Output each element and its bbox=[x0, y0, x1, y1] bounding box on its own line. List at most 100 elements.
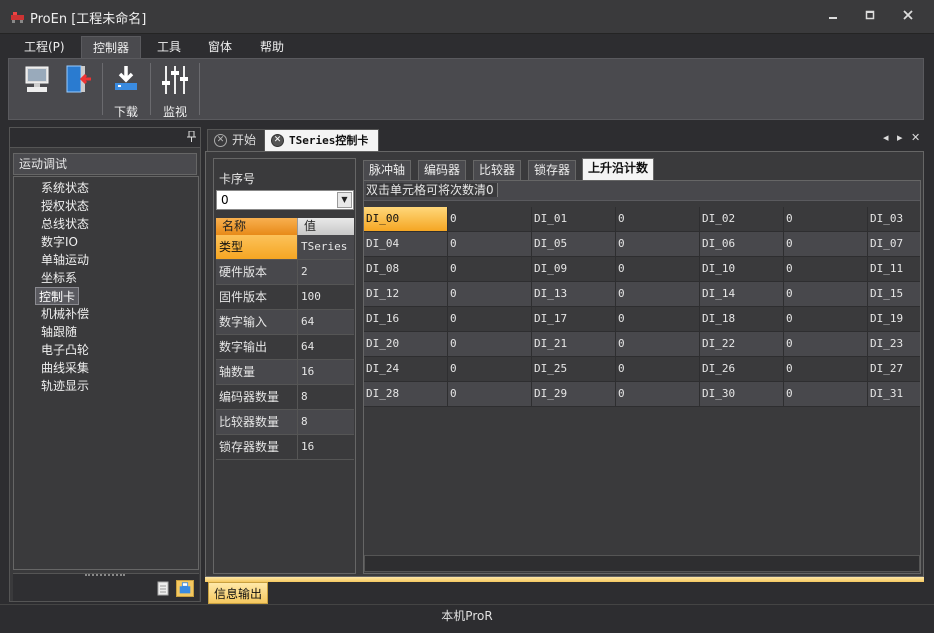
tree-item-electronic-cam[interactable]: 电子凸轮 bbox=[38, 341, 92, 359]
property-row[interactable]: 类型 TSeries bbox=[216, 235, 354, 260]
grid-cell[interactable]: 0 bbox=[616, 307, 700, 331]
grid-cell[interactable]: DI_23 bbox=[868, 332, 920, 356]
grid-cell[interactable]: DI_14 bbox=[700, 282, 784, 306]
grid-cell[interactable]: DI_00 bbox=[364, 207, 448, 231]
grid-cell[interactable]: DI_18 bbox=[700, 307, 784, 331]
tab-rising-edge-count[interactable]: 上升沿计数 bbox=[582, 158, 655, 180]
grid-cell[interactable]: DI_31 bbox=[868, 382, 920, 406]
grid-cell[interactable]: 0 bbox=[616, 332, 700, 356]
grid-cell[interactable]: 0 bbox=[784, 232, 868, 256]
tab-scroll-left-icon[interactable]: ◂ bbox=[883, 131, 889, 144]
grid-cell[interactable]: DI_19 bbox=[868, 307, 920, 331]
grid-cell[interactable]: DI_12 bbox=[364, 282, 448, 306]
grid-cell[interactable]: DI_21 bbox=[532, 332, 616, 356]
grid-cell[interactable]: 0 bbox=[784, 257, 868, 281]
maximize-button[interactable] bbox=[859, 8, 881, 26]
card-index-select[interactable]: 0 ▼ bbox=[216, 190, 354, 210]
grid-cell[interactable]: DI_06 bbox=[700, 232, 784, 256]
property-row[interactable]: 锁存器数量 16 bbox=[216, 435, 354, 460]
tree-item-system-status[interactable]: 系统状态 bbox=[38, 179, 92, 197]
property-row[interactable]: 轴数量 16 bbox=[216, 360, 354, 385]
grid-cell[interactable]: DI_29 bbox=[532, 382, 616, 406]
grid-cell[interactable]: DI_11 bbox=[868, 257, 920, 281]
property-row[interactable]: 数字输出 64 bbox=[216, 335, 354, 360]
tree-item-coordinate-system[interactable]: 坐标系 bbox=[38, 269, 80, 287]
tab-tseries-card[interactable]: ✕ TSeries控制卡 bbox=[264, 129, 380, 151]
grid-cell[interactable]: DI_10 bbox=[700, 257, 784, 281]
grid-cell[interactable]: 0 bbox=[448, 332, 532, 356]
tab-close-icon[interactable]: ✕ bbox=[271, 134, 284, 147]
grid-cell[interactable]: 0 bbox=[616, 207, 700, 231]
grid-cell[interactable]: DI_08 bbox=[364, 257, 448, 281]
tab-close-all-icon[interactable]: ✕ bbox=[911, 131, 920, 144]
download-button[interactable]: 下载 bbox=[106, 63, 146, 119]
tree-item-license-status[interactable]: 授权状态 bbox=[38, 197, 92, 215]
grid-cell[interactable]: 0 bbox=[616, 382, 700, 406]
grid-cell[interactable]: 0 bbox=[448, 307, 532, 331]
grid-cell[interactable]: DI_27 bbox=[868, 357, 920, 381]
grid-cell[interactable]: DI_26 bbox=[700, 357, 784, 381]
grid-cell[interactable]: 0 bbox=[616, 232, 700, 256]
grid-cell[interactable]: DI_04 bbox=[364, 232, 448, 256]
connect-button[interactable] bbox=[17, 63, 57, 115]
grid-cell[interactable]: 0 bbox=[448, 282, 532, 306]
grid-cell[interactable]: 0 bbox=[448, 207, 532, 231]
property-row[interactable]: 硬件版本 2 bbox=[216, 260, 354, 285]
menu-window[interactable]: 窗体 bbox=[197, 36, 243, 58]
tab-start[interactable]: ✕ 开始 bbox=[207, 129, 268, 151]
tab-comparator[interactable]: 比较器 bbox=[473, 160, 522, 180]
menu-help[interactable]: 帮助 bbox=[249, 36, 295, 58]
property-row[interactable]: 编码器数量 8 bbox=[216, 385, 354, 410]
grid-cell[interactable]: DI_09 bbox=[532, 257, 616, 281]
tree-item-curve-capture[interactable]: 曲线采集 bbox=[38, 359, 92, 377]
menu-controller[interactable]: 控制器 bbox=[81, 36, 142, 58]
property-row[interactable]: 数字输入 64 bbox=[216, 310, 354, 335]
grid-cell[interactable]: DI_02 bbox=[700, 207, 784, 231]
tree-item-trajectory-display[interactable]: 轨迹显示 bbox=[38, 377, 92, 395]
tree-item-digital-io[interactable]: 数字IO bbox=[38, 233, 81, 251]
disconnect-button[interactable] bbox=[58, 63, 98, 115]
document-icon[interactable] bbox=[154, 580, 172, 597]
grid-cell[interactable]: 0 bbox=[784, 357, 868, 381]
tab-encoder[interactable]: 编码器 bbox=[418, 160, 467, 180]
grid-cell[interactable]: DI_17 bbox=[532, 307, 616, 331]
grid-cell[interactable]: DI_03 bbox=[868, 207, 920, 231]
chevron-down-icon[interactable]: ▼ bbox=[337, 192, 352, 208]
grid-cell[interactable]: 0 bbox=[448, 382, 532, 406]
grid-cell[interactable]: 0 bbox=[784, 207, 868, 231]
tree-item-axis-follow[interactable]: 轴跟随 bbox=[38, 323, 80, 341]
grid-cell[interactable]: 0 bbox=[784, 382, 868, 406]
monitor-button[interactable]: 监视 bbox=[155, 63, 195, 119]
tab-info-output[interactable]: 信息输出 bbox=[208, 582, 269, 604]
column-header-name[interactable]: 名称 bbox=[216, 218, 297, 235]
property-row[interactable]: 比较器数量 8 bbox=[216, 410, 354, 435]
grid-cell[interactable]: 0 bbox=[616, 282, 700, 306]
grid-cell[interactable]: 0 bbox=[784, 282, 868, 306]
grid-cell[interactable]: DI_01 bbox=[532, 207, 616, 231]
tab-latch[interactable]: 锁存器 bbox=[528, 160, 577, 180]
grid-cell[interactable]: DI_24 bbox=[364, 357, 448, 381]
close-button[interactable] bbox=[897, 8, 919, 26]
grid-cell[interactable]: 0 bbox=[448, 232, 532, 256]
grid-cell[interactable]: DI_30 bbox=[700, 382, 784, 406]
grid-cell[interactable]: 0 bbox=[616, 357, 700, 381]
tree-item-mechanical-compensation[interactable]: 机械补偿 bbox=[38, 305, 92, 323]
pin-icon[interactable] bbox=[187, 130, 196, 145]
tree-item-single-axis[interactable]: 单轴运动 bbox=[38, 251, 92, 269]
tree-item-control-card[interactable]: 控制卡 bbox=[35, 287, 80, 305]
grid-cell[interactable]: DI_07 bbox=[868, 232, 920, 256]
property-row[interactable]: 固件版本 100 bbox=[216, 285, 354, 310]
resize-grip[interactable] bbox=[85, 574, 125, 577]
tab-close-icon[interactable]: ✕ bbox=[214, 134, 227, 147]
grid-cell[interactable]: DI_05 bbox=[532, 232, 616, 256]
grid-cell[interactable]: 0 bbox=[448, 357, 532, 381]
grid-cell[interactable]: 0 bbox=[784, 307, 868, 331]
card-tree-icon[interactable] bbox=[176, 580, 194, 597]
grid-cell[interactable]: DI_16 bbox=[364, 307, 448, 331]
grid-cell[interactable]: DI_13 bbox=[532, 282, 616, 306]
grid-cell[interactable]: 0 bbox=[784, 332, 868, 356]
grid-cell[interactable]: DI_20 bbox=[364, 332, 448, 356]
tab-scroll-right-icon[interactable]: ▸ bbox=[897, 131, 903, 144]
grid-cell[interactable]: 0 bbox=[448, 257, 532, 281]
grid-cell[interactable]: DI_25 bbox=[532, 357, 616, 381]
